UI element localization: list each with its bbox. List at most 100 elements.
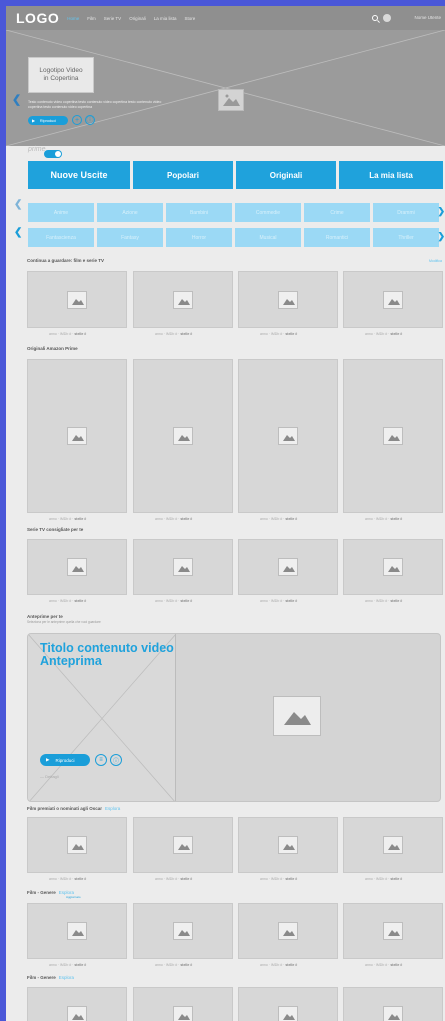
genre-item[interactable]: Azione bbox=[97, 203, 163, 222]
section-subtitle-preview: Seleziona per le anteprime quella che vu… bbox=[27, 620, 101, 624]
continue-edit-link[interactable]: Modifica bbox=[429, 259, 442, 263]
preview-video-title: Titolo contenuto video Anteprima bbox=[40, 641, 174, 669]
info-icon[interactable]: ⓘ bbox=[110, 754, 122, 766]
genre-2-explore-link[interactable]: Esplora bbox=[59, 975, 74, 980]
image-placeholder-icon bbox=[67, 558, 87, 576]
nav-link-film[interactable]: Film bbox=[87, 16, 96, 21]
card-meta: anno · IMDb # · stelle # bbox=[155, 517, 193, 521]
image-placeholder-icon bbox=[383, 558, 403, 576]
card-meta: anno · IMDb # · stelle # bbox=[365, 332, 403, 336]
content-card[interactable] bbox=[238, 359, 338, 513]
card-meta: anno · IMDb # · stelle # bbox=[155, 599, 193, 603]
tab-popular[interactable]: Popolari bbox=[133, 161, 233, 189]
card-meta: anno · IMDb # · stelle # bbox=[155, 332, 193, 336]
search-icon[interactable] bbox=[372, 15, 378, 21]
genre-item[interactable]: Fantasy bbox=[97, 228, 163, 247]
hero-banner: Logotipo Video in Copertina ❮ Testo cont… bbox=[6, 30, 445, 146]
image-placeholder-icon bbox=[278, 836, 298, 854]
image-placeholder-icon bbox=[173, 1006, 193, 1021]
play-icon: ▶ bbox=[32, 119, 35, 123]
info-icon[interactable]: ⓘ bbox=[85, 115, 95, 125]
content-card[interactable] bbox=[133, 271, 233, 328]
genre-item[interactable]: Commedie bbox=[235, 203, 301, 222]
plus-icon[interactable]: + bbox=[72, 115, 82, 125]
genres-next-arrow-icon[interactable]: ❯ bbox=[437, 231, 445, 242]
genre-row-1: Anime Azione Bambini Commedie Crime Dram… bbox=[28, 203, 445, 222]
content-card[interactable] bbox=[343, 539, 443, 595]
genre-item[interactable]: Musical bbox=[235, 228, 301, 247]
content-card[interactable] bbox=[133, 903, 233, 959]
content-card[interactable] bbox=[27, 987, 127, 1021]
preview-play-button[interactable]: ▶ Riproduci bbox=[40, 754, 90, 766]
content-card[interactable] bbox=[133, 359, 233, 513]
updated-badge: Aggiornato bbox=[66, 895, 81, 899]
content-card[interactable] bbox=[238, 903, 338, 959]
genre-item[interactable]: Anime bbox=[28, 203, 94, 222]
content-card[interactable] bbox=[343, 903, 443, 959]
genre-item[interactable]: Thriller bbox=[373, 228, 439, 247]
playlist-icon[interactable]: ≡ bbox=[95, 754, 107, 766]
nav-link-store[interactable]: Store bbox=[184, 16, 195, 21]
content-card[interactable] bbox=[27, 271, 127, 328]
image-placeholder-icon bbox=[67, 836, 87, 854]
hero-play-button[interactable]: ▶ Riproduci bbox=[28, 116, 68, 125]
user-menu[interactable]: Nome Utente bbox=[414, 15, 441, 20]
image-placeholder-icon bbox=[383, 290, 403, 309]
oscar-explore-link[interactable]: Esplora bbox=[105, 806, 120, 811]
tab-my-list[interactable]: La mia lista bbox=[339, 161, 443, 189]
content-card[interactable] bbox=[27, 359, 127, 513]
prime-toggle[interactable] bbox=[44, 150, 62, 158]
content-card[interactable] bbox=[238, 817, 338, 873]
nav-link-my-list[interactable]: La mia lista bbox=[154, 16, 177, 21]
content-card[interactable] bbox=[27, 539, 127, 595]
content-card[interactable] bbox=[238, 271, 338, 328]
card-meta: anno · IMDb # · stelle # bbox=[260, 963, 298, 967]
image-placeholder-icon bbox=[383, 922, 403, 940]
genres-prev-arrow-icon[interactable]: ❮ bbox=[14, 227, 22, 238]
content-card[interactable] bbox=[133, 539, 233, 595]
preview-details-link[interactable]: — Dettagli bbox=[40, 774, 59, 779]
genre-item[interactable]: Drammi bbox=[373, 203, 439, 222]
genres-prev-arrow-icon[interactable]: ❮ bbox=[14, 199, 22, 210]
content-card[interactable] bbox=[27, 903, 127, 959]
content-card[interactable] bbox=[238, 539, 338, 595]
content-card[interactable] bbox=[343, 271, 443, 328]
section-title-originals: Originali Amazon Prime bbox=[27, 346, 78, 351]
content-card[interactable] bbox=[343, 359, 443, 513]
preview-info-panel: Titolo contenuto video Anteprima ▶ Ripro… bbox=[28, 634, 176, 801]
image-placeholder-icon bbox=[67, 427, 87, 445]
genre-item[interactable]: Bambini bbox=[166, 203, 232, 222]
card-meta: anno · IMDb # · stelle # bbox=[155, 877, 193, 881]
image-placeholder-icon bbox=[278, 427, 298, 445]
tab-new-releases[interactable]: Nuove Uscite bbox=[28, 161, 130, 189]
image-placeholder-icon bbox=[383, 1006, 403, 1021]
nav-link-home[interactable]: Home bbox=[67, 16, 79, 21]
content-card[interactable] bbox=[133, 987, 233, 1021]
genre-item[interactable]: Crime bbox=[304, 203, 370, 222]
card-meta: anno · IMDb # · stelle # bbox=[365, 877, 403, 881]
hero-prev-arrow-icon[interactable]: ❮ bbox=[12, 93, 21, 106]
genre-item[interactable]: Romantici bbox=[304, 228, 370, 247]
image-placeholder-icon bbox=[278, 1006, 298, 1021]
genre-item[interactable]: Fantascienza bbox=[28, 228, 94, 247]
logo[interactable]: LOGO bbox=[16, 10, 59, 26]
image-placeholder-icon bbox=[173, 836, 193, 854]
image-placeholder-icon bbox=[173, 558, 193, 576]
preview-card[interactable]: Titolo contenuto video Anteprima ▶ Ripro… bbox=[27, 633, 441, 802]
nav-link-series[interactable]: Serie TV bbox=[104, 16, 121, 21]
section-title-series: Serie TV consigliate per te bbox=[27, 527, 84, 532]
genres-next-arrow-icon[interactable]: ❯ bbox=[437, 206, 445, 217]
content-card[interactable] bbox=[343, 817, 443, 873]
section-title-genre-2: Film - Genere Esplora bbox=[27, 975, 75, 980]
content-card[interactable] bbox=[133, 817, 233, 873]
card-meta: anno · IMDb # · stelle # bbox=[49, 517, 87, 521]
nav-link-originals[interactable]: Originali bbox=[129, 16, 146, 21]
image-placeholder-icon bbox=[273, 696, 321, 736]
tab-originals[interactable]: Originali bbox=[236, 161, 336, 189]
content-card[interactable] bbox=[238, 987, 338, 1021]
genre-item[interactable]: Horror bbox=[166, 228, 232, 247]
content-card[interactable] bbox=[343, 987, 443, 1021]
avatar[interactable] bbox=[383, 14, 391, 22]
content-card[interactable] bbox=[27, 817, 127, 873]
top-navigation: LOGO Home Film Serie TV Originali La mia… bbox=[6, 6, 445, 30]
